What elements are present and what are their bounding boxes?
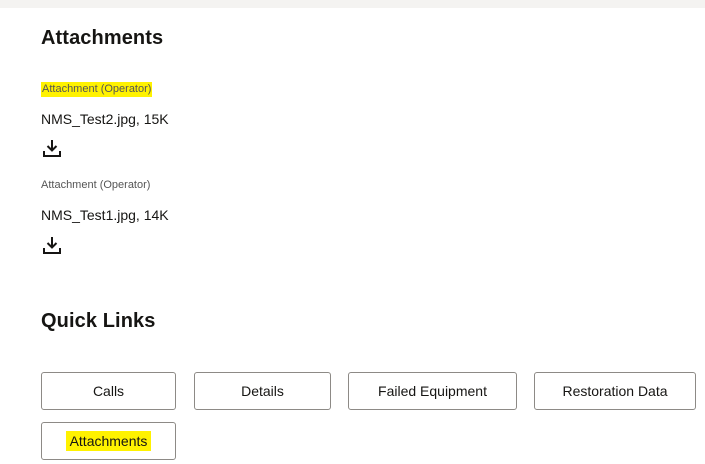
attachment-2-filename: NMS_Test1.jpg, 14K [41,207,169,223]
quick-links-heading: Quick Links [41,310,156,332]
incident-attachments-panel: Attachments Attachment (Operator) NMS_Te… [0,0,705,464]
download-icon[interactable] [42,235,62,255]
attachments-heading: Attachments [41,27,164,49]
restoration-data-button[interactable]: Restoration Data [534,372,696,410]
download-icon[interactable] [42,138,62,158]
top-divider [0,0,705,8]
details-button-label: Details [241,383,284,399]
failed-equipment-button[interactable]: Failed Equipment [348,372,517,410]
calls-button[interactable]: Calls [41,372,176,410]
attachment-2-label: Attachment (Operator) [41,179,151,191]
attachment-1-filename: NMS_Test2.jpg, 15K [41,111,169,127]
attachment-1-label: Attachment (Operator) [41,82,153,97]
failed-equipment-button-label: Failed Equipment [378,383,487,399]
attachments-button-label: Attachments [65,431,152,451]
restoration-data-button-label: Restoration Data [562,383,668,399]
calls-button-label: Calls [92,383,125,399]
details-button[interactable]: Details [194,372,331,410]
attachments-button[interactable]: Attachments [41,422,176,460]
attachment-1-label-text: Attachment (Operator) [41,82,153,97]
